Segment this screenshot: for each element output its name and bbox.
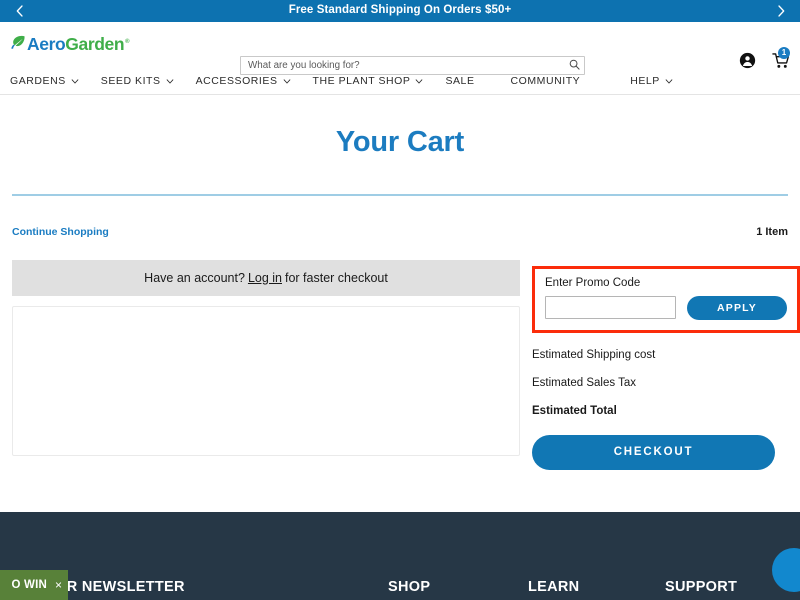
logo-text-garden: Garden xyxy=(65,33,125,54)
close-icon[interactable]: × xyxy=(55,579,62,591)
banner-message: Free Standard Shipping On Orders $50+ xyxy=(288,4,512,17)
title-divider xyxy=(12,193,788,196)
leaf-icon xyxy=(10,34,26,56)
nav-label: ACCESSORIES xyxy=(195,74,278,87)
promo-code-input[interactable] xyxy=(545,296,676,320)
account-prompt-before: Have an account? xyxy=(144,270,245,285)
aerogarden-logo[interactable]: AeroGarden® xyxy=(10,33,130,57)
nav-item-community[interactable]: COMMUNITY xyxy=(511,75,581,87)
summary-shipping-label: Estimated Shipping cost xyxy=(532,348,656,361)
nav-label: GARDENS xyxy=(10,74,66,87)
summary-tax-label: Estimated Sales Tax xyxy=(532,376,636,389)
nav-label: THE PLANT SHOP xyxy=(312,74,411,87)
chevron-down-icon xyxy=(665,75,673,87)
nav-label: HELP xyxy=(630,74,660,87)
search-input[interactable] xyxy=(240,56,585,75)
order-summary-column: Enter Promo Code APPLY Estimated Shippin… xyxy=(532,260,800,470)
nav-label: SEED KITS xyxy=(100,74,161,87)
promo-code-row: APPLY xyxy=(545,295,787,320)
promo-banner: Free Standard Shipping On Orders $50+ xyxy=(0,0,800,22)
cart-icon[interactable]: 1 xyxy=(772,47,790,69)
site-footer: UR NEWSLETTER SHOP LEARN SUPPORT O WIN × xyxy=(0,512,800,600)
promo-code-section: Enter Promo Code APPLY xyxy=(532,265,800,333)
account-prompt-after: for faster checkout xyxy=(285,270,388,285)
chevron-down-icon xyxy=(71,75,79,87)
cart-item-count: 1 Item xyxy=(756,225,788,238)
cart-body: Have an account? Log in for faster check… xyxy=(12,259,800,470)
spin-to-win-tab[interactable]: O WIN × xyxy=(0,570,68,600)
banner-prev-arrow-icon[interactable] xyxy=(6,0,32,22)
nav-item-gardens[interactable]: GARDENS xyxy=(10,75,79,87)
nav-item-accessories[interactable]: ACCESSORIES xyxy=(196,75,291,87)
login-link[interactable]: Log in xyxy=(248,271,282,285)
nav-item-sale[interactable]: SALE xyxy=(445,75,474,87)
footer-heading-support[interactable]: SUPPORT xyxy=(665,579,737,595)
logo-text-aero: Aero xyxy=(27,33,66,54)
spin-to-win-label: O WIN xyxy=(11,579,47,591)
nav-item-seed-kits[interactable]: SEED KITS xyxy=(101,75,174,87)
cart-left-column: Have an account? Log in for faster check… xyxy=(12,259,520,456)
promo-code-label: Enter Promo Code xyxy=(545,276,641,289)
search-container xyxy=(240,55,585,75)
nav-label: SALE xyxy=(445,74,475,87)
nav-item-the-plant-shop[interactable]: THE PLANT SHOP xyxy=(313,75,424,87)
cart-count-badge: 1 xyxy=(778,47,790,59)
site-header: AeroGarden® 1 xyxy=(0,22,800,75)
footer-columns: UR NEWSLETTER SHOP LEARN SUPPORT xyxy=(0,570,800,600)
apply-promo-button[interactable]: APPLY xyxy=(687,295,787,320)
continue-shopping-link[interactable]: Continue Shopping xyxy=(12,226,109,238)
cart-items-container xyxy=(12,305,520,456)
checkout-button[interactable]: CHECKOUT xyxy=(532,434,775,470)
search-button[interactable] xyxy=(567,57,581,71)
chevron-down-icon xyxy=(415,75,423,87)
cart-page: Your Cart Continue Shopping 1 Item Have … xyxy=(0,126,800,470)
logo-trademark: ® xyxy=(125,38,130,45)
header-icon-group: 1 xyxy=(739,47,790,69)
chevron-down-icon xyxy=(166,75,174,87)
chevron-down-icon xyxy=(283,75,291,87)
footer-heading-learn[interactable]: LEARN xyxy=(528,579,579,595)
summary-total-label: Estimated Total xyxy=(532,404,617,417)
account-prompt-bar: Have an account? Log in for faster check… xyxy=(12,259,520,296)
footer-heading-newsletter: UR NEWSLETTER xyxy=(56,579,185,595)
account-icon[interactable] xyxy=(739,52,756,69)
footer-heading-shop[interactable]: SHOP xyxy=(388,579,430,595)
cart-meta-row: Continue Shopping 1 Item xyxy=(12,226,788,238)
banner-next-arrow-icon[interactable] xyxy=(768,0,794,22)
page-title: Your Cart xyxy=(335,126,465,158)
nav-item-help[interactable]: HELP xyxy=(630,75,673,87)
nav-label: COMMUNITY xyxy=(510,74,581,87)
